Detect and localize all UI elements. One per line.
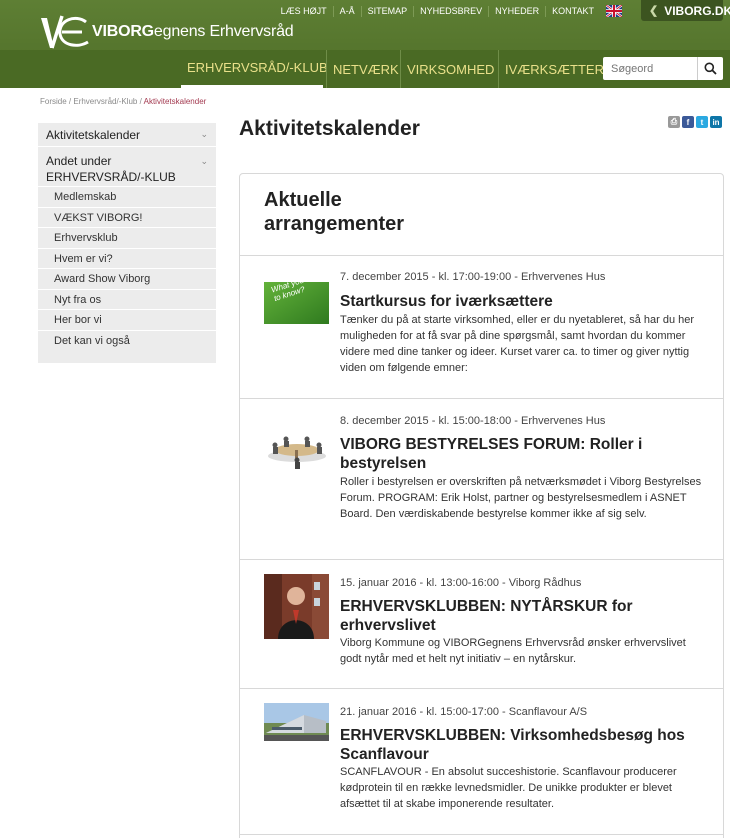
facebook-icon[interactable]: f (682, 116, 694, 128)
event-description: Tænker du på at starte virksomhed, eller… (340, 314, 695, 374)
breadcrumb-current: Aktivitetskalender (143, 97, 207, 106)
sidebar-subitem-erhvervsklub[interactable]: Erhvervsklub (38, 228, 216, 249)
event-date: 15. januar 2016 - kl. 13:00-16:00 - Vibo… (340, 577, 582, 589)
sidebar-subitem-nyt-fra-os[interactable]: Nyt fra os (38, 290, 216, 310)
event-thumbnail (264, 703, 329, 768)
logo-text: VIBORGegnens Erhvervsråd (92, 23, 294, 40)
event-title[interactable]: Startkursus for iværksættere (340, 292, 700, 311)
sidebar-subitem-det-kan-vi-ogsaa[interactable]: Det kan vi også (38, 331, 216, 352)
event-description: Viborg Kommune og VIBORGegnens Erhvervsr… (340, 637, 686, 665)
viborg-dk-button[interactable]: ❮ VIBORG.DK (641, 0, 730, 21)
nav-item-netvaerk[interactable]: NETVÆRK (326, 50, 399, 88)
sidebar-item-aktivitetskalender[interactable]: Aktivitetskalender ⌄ (38, 123, 216, 147)
logo-mark-icon (41, 15, 89, 49)
site-header: VIBORGegnens Erhvervsråd LÆS HØJT A-Å SI… (0, 0, 730, 88)
sidebar-subitem-her-bor-vi[interactable]: Her bor vi (38, 310, 216, 331)
uk-flag-icon[interactable] (606, 5, 622, 17)
card-title: Aktuelle arrangementer (264, 189, 405, 235)
sidebar: Aktivitetskalender ⌄ Andet under ERHVERV… (38, 123, 216, 363)
util-link-newsletter[interactable]: NYHEDSBREV (413, 5, 488, 17)
nav-item-virksomhed[interactable]: VIRKSOMHED (400, 50, 495, 88)
site-logo[interactable]: VIBORGegnens Erhvervsråd (38, 12, 298, 52)
search-button[interactable] (697, 57, 723, 80)
search-input[interactable] (603, 57, 697, 80)
sidebar-subitem-hvem-er-vi[interactable]: Hvem er vi? (38, 249, 216, 269)
linkedin-icon[interactable]: in (710, 116, 722, 128)
breadcrumb: Forside / Erhvervsråd/-Klub / Aktivitets… (40, 97, 207, 106)
event-title[interactable]: ERHVERVSKLUBBEN: Virksomhedsbesøg hos Sc… (340, 726, 700, 764)
breadcrumb-link-erhvervsraad[interactable]: Erhvervsråd/-Klub (73, 97, 137, 106)
event-item[interactable]: 8. december 2015 - kl. 15:00-18:00 - Erh… (240, 399, 723, 559)
event-date: 7. december 2015 - kl. 17:00-19:00 - Erh… (340, 271, 606, 283)
util-link-news[interactable]: NYHEDER (488, 5, 545, 17)
event-thumbnail (264, 413, 329, 478)
share-buttons: ⎙ f t in (666, 116, 722, 128)
event-item[interactable]: What you need to know? 7. december 2015 … (240, 256, 723, 398)
sidebar-subitem-vaekst-viborg[interactable]: VÆKST VIBORG! (38, 208, 216, 228)
event-description: Roller i bestyrelsen er overskriften på … (340, 476, 702, 520)
event-date: 8. december 2015 - kl. 15:00-18:00 - Erh… (340, 415, 606, 427)
event-title[interactable]: ERHVERVSKLUBBEN: NYTÅRSKUR for erhvervsl… (340, 597, 700, 635)
page-title: Aktivitetskalender (239, 117, 420, 140)
event-item[interactable]: 15. januar 2016 - kl. 13:00-16:00 - Vibo… (240, 560, 723, 688)
print-icon[interactable]: ⎙ (668, 116, 680, 128)
sidebar-item-andet-under[interactable]: Andet under ERHVERVSRÅD/-KLUB ⌄ (38, 147, 216, 187)
event-thumbnail (264, 574, 329, 639)
twitter-icon[interactable]: t (696, 116, 708, 128)
search-icon (704, 62, 717, 75)
chevron-down-icon: ⌄ (200, 129, 208, 139)
event-item[interactable]: 21. januar 2016 - kl. 15:00-17:00 - Scan… (240, 689, 723, 838)
util-link-contact[interactable]: KONTAKT (545, 5, 600, 17)
sidebar-subitem-award-show[interactable]: Award Show Viborg (38, 269, 216, 290)
breadcrumb-link-home[interactable]: Forside (40, 97, 67, 106)
chevron-down-icon: ⌄ (200, 156, 208, 166)
events-card: Aktuelle arrangementer What you need to … (239, 173, 724, 838)
event-date: 21. januar 2016 - kl. 15:00-17:00 - Scan… (340, 706, 588, 718)
util-link-read-aloud[interactable]: LÆS HØJT (275, 6, 333, 17)
util-link-a-z[interactable]: A-Å (332, 5, 361, 17)
search-box (603, 57, 723, 80)
util-link-sitemap[interactable]: SITEMAP (360, 5, 414, 17)
nav-item-erhvervsraad[interactable]: ERHVERVSRÅD/-KLUB (181, 50, 328, 88)
chevron-left-icon: ❮ (649, 5, 659, 17)
sidebar-subitem-medlemskab[interactable]: Medlemskab (38, 187, 216, 208)
utility-links: LÆS HØJT A-Å SITEMAP NYHEDSBREV NYHEDER … (275, 5, 622, 17)
nav-item-ivaerksaetter[interactable]: IVÆRKSÆTTER (498, 50, 604, 88)
event-thumbnail: What you need to know? (264, 282, 329, 324)
divider (240, 834, 723, 835)
event-title[interactable]: VIBORG BESTYRELSES FORUM: Roller i besty… (340, 435, 700, 473)
event-description: SCANFLAVOUR - En absolut succeshistorie.… (340, 766, 677, 810)
